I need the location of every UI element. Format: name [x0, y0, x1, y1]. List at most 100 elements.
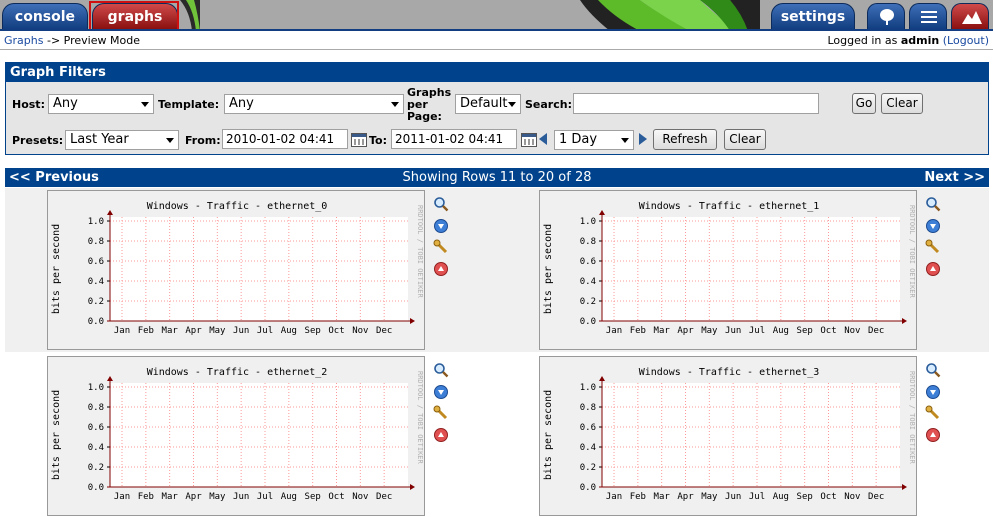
x-tick-label: Sep: [305, 326, 321, 336]
x-tick-label: May: [209, 326, 226, 336]
y-tick-label: 0.8: [88, 237, 104, 247]
y-tick-label: 0.8: [88, 403, 104, 413]
plot-area: [110, 383, 408, 487]
from-calendar-icon[interactable]: [351, 133, 367, 147]
graph-image[interactable]: Windows - Traffic - ethernet_1 bits per s…: [539, 190, 917, 350]
x-tick-label: Dec: [376, 326, 392, 336]
x-tick-label: Mar: [654, 326, 671, 336]
graph-cell: Windows - Traffic - ethernet_0 bits per s…: [5, 188, 497, 352]
pagination-bar: Showing Rows 11 to 20 of 28 << Previous …: [5, 168, 989, 187]
y-tick-label: 0.4: [88, 277, 104, 287]
y-tick-label: 0.2: [88, 463, 104, 473]
breadcrumb-separator: ->: [43, 34, 64, 47]
graph-title: Windows - Traffic - ethernet_1: [639, 201, 820, 212]
template-label: Template:: [158, 98, 220, 111]
y-tick-label: 0.0: [580, 317, 596, 327]
y-tick-label: 0.2: [88, 297, 104, 307]
edit-properties-icon[interactable]: [925, 405, 941, 421]
from-label: From:: [185, 134, 221, 147]
zoom-icon[interactable]: [925, 196, 941, 212]
export-icon[interactable]: [433, 384, 449, 400]
zoom-icon[interactable]: [925, 362, 941, 378]
tree-view-tab[interactable]: [867, 3, 905, 29]
x-axis-arrow: [410, 318, 415, 324]
to-calendar-icon[interactable]: [521, 133, 537, 147]
shift-left-arrow-icon[interactable]: [539, 133, 547, 145]
edit-properties-icon[interactable]: [433, 405, 449, 421]
presets-select[interactable]: Last Year: [65, 130, 179, 150]
zoom-icon[interactable]: [433, 362, 449, 378]
clear-search-button[interactable]: Clear: [881, 93, 923, 114]
x-tick-label: May: [701, 326, 718, 336]
move-up-icon[interactable]: [925, 261, 941, 277]
y-tick-label: 0.0: [88, 483, 104, 493]
x-tick-label: Jul: [257, 326, 273, 336]
chevron-down-icon: [141, 102, 149, 107]
x-tick-label: Sep: [797, 326, 813, 336]
x-tick-label: Jul: [749, 326, 765, 336]
plot-area: [602, 383, 900, 487]
export-icon[interactable]: [433, 218, 449, 234]
export-icon[interactable]: [925, 218, 941, 234]
x-tick-label: Apr: [677, 326, 694, 336]
breadcrumb-graphs-link[interactable]: Graphs: [4, 34, 43, 47]
clear-dates-button[interactable]: Clear: [724, 129, 766, 150]
export-icon[interactable]: [925, 384, 941, 400]
graph-image[interactable]: Windows - Traffic - ethernet_3 bits per s…: [539, 356, 917, 516]
host-select-value: Any: [53, 96, 78, 111]
next-page-link[interactable]: Next >>: [924, 168, 985, 187]
preview-mode-tab[interactable]: [951, 3, 989, 29]
y-tick-label: 1.0: [88, 383, 104, 393]
move-up-icon[interactable]: [925, 427, 941, 443]
move-up-icon[interactable]: [433, 261, 449, 277]
y-tick-label: 0.8: [580, 237, 596, 247]
tab-bar-underline: [0, 29, 993, 31]
y-axis-arrow: [107, 376, 113, 381]
edit-properties-icon[interactable]: [433, 239, 449, 255]
timespan-select[interactable]: 1 Day: [554, 130, 634, 150]
edit-properties-icon[interactable]: [925, 239, 941, 255]
to-date-input[interactable]: 2011-01-02 04:41: [391, 129, 517, 149]
list-view-tab[interactable]: [909, 3, 947, 29]
y-tick-label: 0.8: [580, 403, 596, 413]
graph-image[interactable]: Windows - Traffic - ethernet_2 bits per s…: [47, 356, 425, 516]
rrdtool-watermark: RRDTOOL / TOBI OETIKER: [908, 205, 916, 299]
refresh-button[interactable]: Refresh: [653, 129, 717, 150]
tab-console[interactable]: console: [2, 3, 88, 29]
breadcrumb: Graphs -> Preview Mode: [4, 34, 140, 47]
rrdtool-watermark: RRDTOOL / TOBI OETIKER: [416, 205, 424, 299]
logout-link[interactable]: (Logout): [943, 34, 989, 47]
chevron-down-icon: [166, 138, 174, 143]
zoom-icon[interactable]: [433, 196, 449, 212]
graph-image[interactable]: Windows - Traffic - ethernet_0 bits per s…: [47, 190, 425, 350]
tab-settings[interactable]: settings: [771, 3, 855, 29]
x-tick-label: Jun: [725, 326, 741, 336]
from-date-input[interactable]: 2010-01-02 04:41: [222, 129, 348, 149]
x-tick-label: Aug: [773, 326, 789, 336]
host-label: Host:: [12, 98, 45, 111]
presets-select-value: Last Year: [70, 132, 129, 147]
y-tick-label: 0.6: [580, 423, 596, 433]
rrdtool-watermark: RRDTOOL / TOBI OETIKER: [416, 371, 424, 465]
previous-page-link[interactable]: << Previous: [9, 168, 99, 187]
template-select[interactable]: Any: [224, 94, 404, 114]
y-tick-label: 1.0: [580, 217, 596, 227]
shift-right-arrow-icon[interactable]: [639, 133, 647, 145]
chevron-down-icon: [391, 102, 399, 107]
tab-graphs-highlight: [89, 1, 179, 31]
y-tick-label: 0.0: [580, 483, 596, 493]
y-tick-label: 0.6: [88, 257, 104, 267]
host-select[interactable]: Any: [48, 94, 154, 114]
login-prefix: Logged in as: [827, 34, 901, 47]
per-page-select[interactable]: Default: [455, 94, 521, 114]
x-tick-label: Jan: [606, 326, 622, 336]
x-tick-label: Jan: [114, 326, 130, 336]
x-axis-arrow: [902, 484, 907, 490]
to-label: To:: [369, 134, 387, 147]
go-button[interactable]: Go: [852, 93, 876, 114]
x-tick-label: Apr: [185, 326, 202, 336]
search-input[interactable]: [573, 93, 819, 114]
move-up-icon[interactable]: [433, 427, 449, 443]
x-tick-label: Oct: [328, 326, 344, 336]
y-tick-label: 0.4: [580, 443, 596, 453]
